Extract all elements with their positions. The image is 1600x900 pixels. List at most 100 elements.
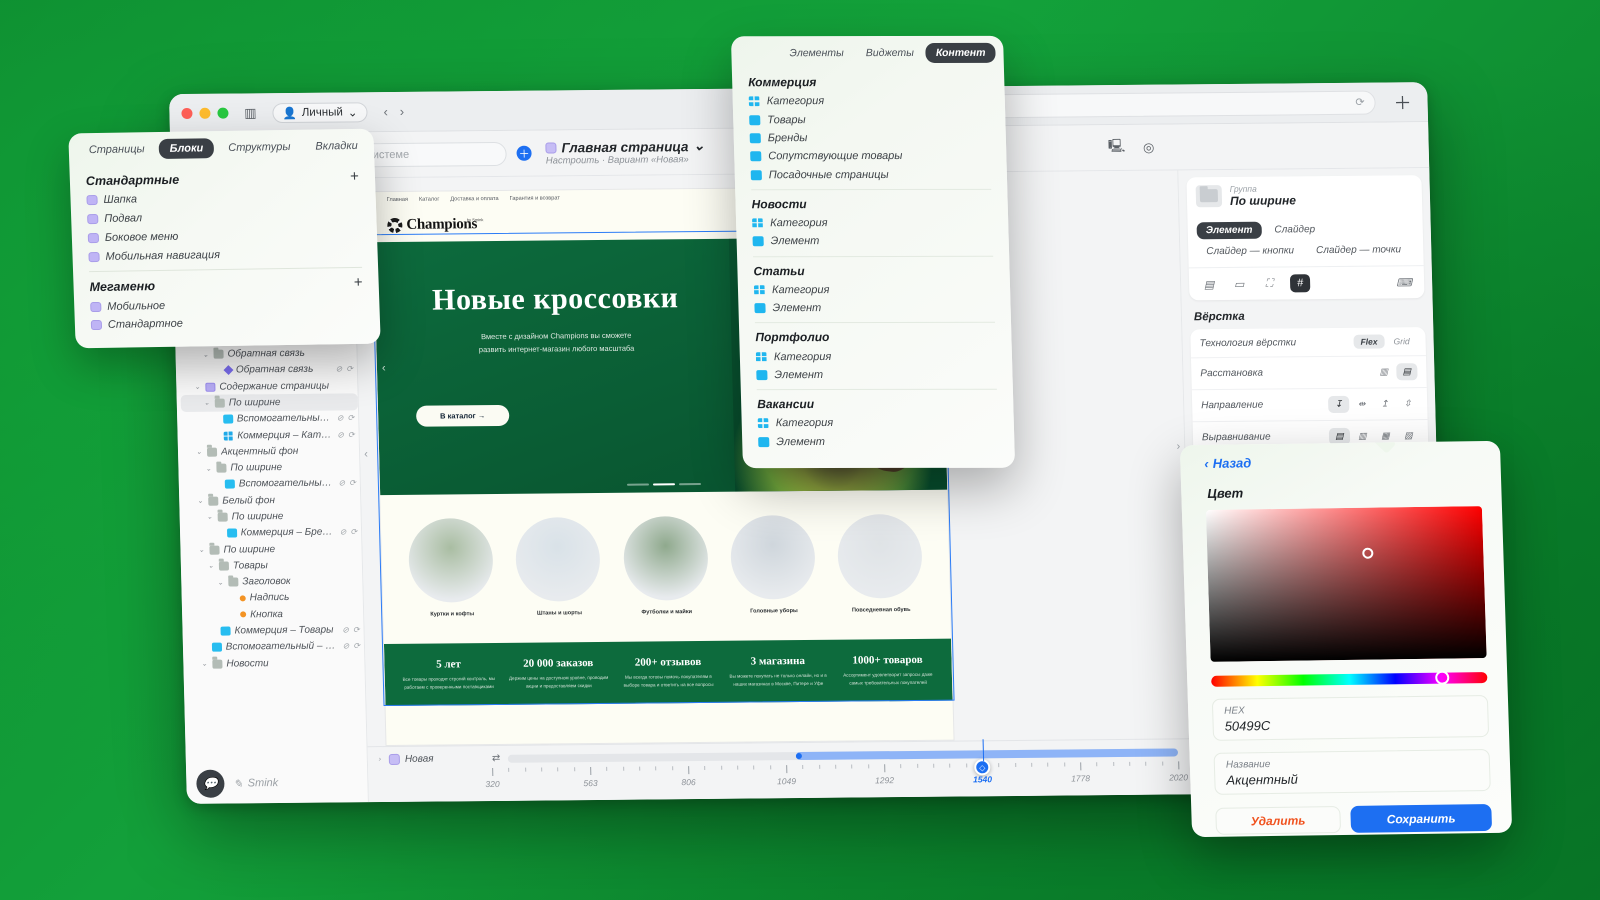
content-tab[interactable]: Виджеты — [856, 43, 925, 63]
profile-chip[interactable]: 👤 Личный ⌄ — [272, 101, 368, 123]
category-card[interactable]: Штаны и шорты — [512, 516, 605, 617]
nav-arrows[interactable]: ‹ › — [383, 104, 404, 119]
tree-row[interactable]: ⌄ По ширине — [184, 540, 361, 558]
props-tabs[interactable]: Элемент Слайдер Слайдер — кнопки Слайдер — … — [1187, 213, 1423, 267]
blocks-tab[interactable]: Страницы — [77, 139, 155, 160]
forward-icon[interactable]: › — [400, 104, 405, 119]
blocks-tab[interactable]: Вкладки — [304, 136, 369, 157]
tree-row[interactable]: Вспомогательный – …⊘⟳ — [183, 475, 360, 493]
chevron-icon[interactable]: ⌄ — [200, 660, 208, 668]
color-picker-panel[interactable]: ‹ Назад Цвет HEX 50499C Название Акцентн… — [1179, 440, 1513, 838]
saturation-cursor[interactable] — [1361, 547, 1374, 559]
chat-icon[interactable]: 💬 — [196, 769, 225, 798]
tree-row[interactable]: ⌄ Новости — [187, 654, 364, 672]
tree-row[interactable]: Кнопка — [186, 605, 363, 623]
screen-icon[interactable]: 🖳 — [1104, 136, 1129, 158]
ruler-handle[interactable]: ◇ — [974, 739, 991, 776]
topnav-item[interactable]: Каталог — [419, 197, 439, 203]
tree-row[interactable]: ⌄ Содержание страницы — [180, 377, 357, 395]
category-card[interactable]: Куртки и кофты — [405, 518, 498, 618]
hex-field[interactable]: HEX 50499C — [1211, 695, 1490, 741]
direction-down-icon[interactable]: ↧ — [1327, 395, 1350, 413]
save-button[interactable]: Сохранить — [1350, 803, 1493, 833]
reload-icon[interactable]: ⟳ — [1355, 96, 1365, 109]
block-list-item[interactable]: Мобильная навигация — [72, 243, 378, 267]
topnav-item[interactable]: Доставка и оплата — [450, 196, 498, 202]
name-value[interactable]: Акцентный — [1226, 769, 1478, 788]
new-tab-icon[interactable]: ＋ — [1393, 89, 1416, 115]
tree-row-actions[interactable]: ⊘⟳ — [337, 414, 355, 423]
hero-dot[interactable] — [678, 483, 701, 486]
link-icon[interactable]: ⊘ — [342, 625, 349, 634]
blocks-tab[interactable]: Структуры — [217, 137, 302, 158]
topnav-item[interactable]: Главная — [387, 197, 408, 203]
ruler-track-knob[interactable] — [796, 752, 803, 759]
category-card[interactable]: Головные уборы — [727, 514, 820, 615]
category-list[interactable]: Куртки и кофты Штаны и шорты Футболки и ма… — [380, 489, 951, 619]
chevron-icon[interactable]: ⌄ — [193, 383, 201, 391]
props-tab[interactable]: Слайдер — кнопки — [1197, 242, 1303, 260]
page-selector[interactable]: Главная страница ⌄ Настроить · Вариант «… — [545, 138, 705, 167]
content-list-item[interactable]: Элемент — [736, 232, 1009, 251]
content-list-item[interactable]: Сопутствующие товары — [734, 147, 1007, 166]
tree-row-actions[interactable]: ⊘⟳ — [337, 430, 355, 439]
traffic-lights[interactable] — [181, 107, 229, 120]
canvas-prev-icon[interactable]: ‹ — [364, 448, 368, 460]
chevron-icon[interactable]: ⌄ — [196, 497, 204, 505]
refresh-icon[interactable]: ⟳ — [350, 528, 357, 537]
chevron-right-icon[interactable]: › — [376, 756, 384, 763]
direction-up-icon[interactable]: ↥ — [1374, 395, 1395, 412]
chevron-icon[interactable]: ⌄ — [195, 448, 203, 456]
direction-center-icon[interactable]: ⇹ — [1351, 396, 1372, 413]
tree-row[interactable]: ⌄ Товары — [185, 557, 362, 575]
chevron-icon[interactable]: ⌄ — [206, 513, 214, 521]
code-icon[interactable]: ⌨ — [1395, 274, 1413, 290]
catalog-button[interactable]: В каталог → — [415, 404, 510, 427]
category-card[interactable]: Повседневная обувь — [834, 513, 927, 614]
direction-stretch-icon[interactable]: ⇳ — [1397, 395, 1418, 412]
tree-row[interactable]: Вспомогательный – Э…⊘⟳ — [187, 638, 364, 656]
content-tab[interactable]: Элементы — [779, 43, 854, 63]
content-list-item[interactable]: Бренды — [734, 129, 1007, 148]
blocks-panel-body[interactable]: Стандартные + Шапка Подвал Боковое меню Мобил… — [69, 162, 380, 335]
tree-row[interactable]: ⌄ По ширине — [183, 508, 360, 526]
topnav-item[interactable]: Гарантия и возврат — [510, 195, 560, 201]
tree-row-actions[interactable]: ⊘⟳ — [338, 479, 356, 488]
tree-row[interactable]: Коммерция – Категор… ⊘ ⟳ — [181, 426, 358, 444]
refresh-icon[interactable]: ⟳ — [353, 625, 360, 634]
chevron-icon[interactable]: ⌄ — [207, 562, 215, 570]
tree-row[interactable]: ⌄ Белый фон — [183, 491, 360, 509]
chevron-icon[interactable]: ⌄ — [204, 464, 212, 472]
tree-row[interactable]: Надпись — [186, 589, 363, 607]
block-list-item[interactable]: Стандартное — [75, 311, 381, 335]
tree-row[interactable]: Вспомогательный – Э…⊘⟳ — [181, 410, 358, 428]
props-tab[interactable]: Элемент — [1196, 221, 1262, 240]
arrange-columns-icon[interactable]: ▥ — [1373, 363, 1394, 380]
sidebar-toggle-icon[interactable]: ▥ — [238, 102, 263, 124]
add-page-button[interactable]: ＋ — [516, 145, 532, 161]
layout-tech-row[interactable]: Технология вёрстки Flex Grid — [1190, 327, 1426, 359]
arrange-rows-icon[interactable]: ▤ — [1396, 363, 1418, 381]
content-list-item[interactable]: Элемент — [740, 365, 1013, 384]
content-list-item[interactable]: Элемент — [738, 299, 1011, 318]
swap-icon[interactable]: ⇄ — [492, 753, 501, 764]
close-icon[interactable] — [181, 107, 193, 120]
refresh-icon[interactable]: ⟳ — [353, 642, 360, 651]
site-logo[interactable]: Champions by Smink — [387, 216, 484, 234]
tree-row-actions[interactable]: ⊘⟳ — [342, 625, 360, 634]
link-icon[interactable]: ⊘ — [337, 414, 344, 423]
breakpoint-ruler[interactable]: › Новая ⇄ ◇ 320 563 806 1049 1292 1540 1778 202… — [367, 738, 1194, 803]
direction-row[interactable]: Направление ↧ ⇹ ↥ ⇳ — [1191, 388, 1428, 423]
content-list-item[interactable]: Категория — [740, 347, 1013, 366]
ruler-track[interactable] — [508, 747, 1179, 763]
content-list-item[interactable]: Товары — [733, 110, 1006, 129]
props-tab[interactable]: Слайдер — точки — [1307, 241, 1410, 259]
navigate-icon[interactable]: ◎ — [1136, 136, 1161, 158]
props-tab[interactable]: Слайдер — [1265, 221, 1324, 239]
refresh-icon[interactable]: ⟳ — [347, 414, 354, 423]
content-list-item[interactable]: Категория — [732, 92, 1005, 111]
hex-value[interactable]: 50499C — [1224, 715, 1476, 734]
content-icon[interactable]: ▤ — [1200, 276, 1218, 292]
content-dropdown-panel[interactable]: Элементы Виджеты Контент Коммерция Категори… — [730, 35, 1016, 469]
blocks-panel[interactable]: Страницы Блоки Структуры Вкладки Стандартны… — [68, 128, 381, 349]
